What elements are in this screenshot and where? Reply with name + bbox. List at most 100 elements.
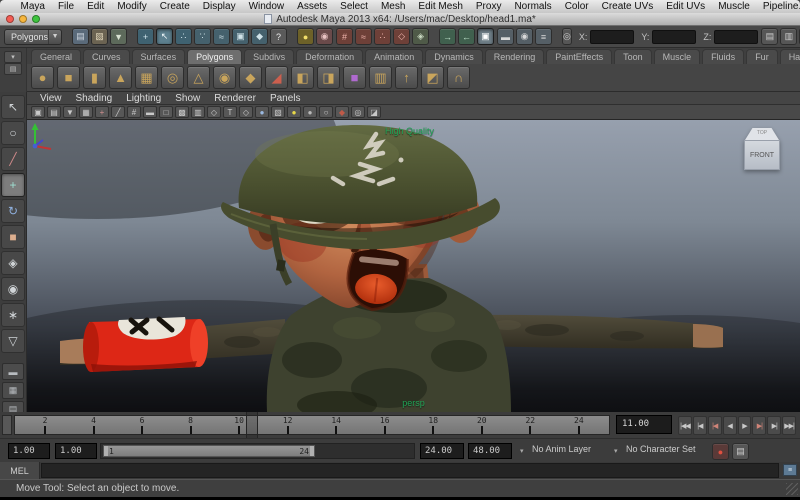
shelf-tab[interactable]: Hair (780, 49, 800, 64)
open-scene-icon[interactable]: ▧ (91, 28, 108, 45)
range-track[interactable]: 1 24 (100, 443, 415, 459)
select-by-component-icon[interactable]: ∴ (175, 28, 192, 45)
step-back-frame-button[interactable]: |◀ (693, 416, 707, 435)
snap-to-planes-icon[interactable]: ◇ (393, 28, 410, 45)
anim-preferences-icon[interactable]: ▤ (732, 443, 749, 460)
resolution-gate-icon[interactable]: □ (159, 106, 173, 118)
smooth-icon[interactable]: ■ (343, 66, 366, 89)
shelf-tabs-toggle-icon[interactable]: ▾ (4, 51, 22, 63)
menubar-item[interactable]: Pipeline... (756, 0, 800, 13)
move-tool-icon[interactable]: + (1, 173, 25, 197)
shelf-tab[interactable]: Muscle (654, 49, 701, 64)
current-time-field[interactable]: 11.00 (616, 415, 672, 434)
snap-to-points-icon[interactable]: ∴ (374, 28, 391, 45)
menubar-item[interactable]: Edit (81, 0, 111, 13)
menubar-item[interactable]: File (51, 0, 80, 13)
single-pane-layout-icon[interactable]: ▬ (2, 363, 24, 380)
paint-select-tool-icon[interactable]: ╱ (1, 147, 25, 171)
menubar-item[interactable]: Normals (508, 0, 558, 13)
camera-attributes-icon[interactable]: ▤ (47, 106, 61, 118)
menubar-item[interactable]: Muscle (712, 0, 757, 13)
viewport-canvas[interactable] (27, 120, 800, 412)
mask-points-icon[interactable]: ∵ (194, 28, 211, 45)
playback-range-bar[interactable]: 1 24 (103, 445, 315, 457)
view-cube-top-face[interactable]: TOP (745, 128, 779, 140)
shelf-tab[interactable]: Fur (746, 49, 778, 64)
gate-mask-icon[interactable]: ▩ (175, 106, 189, 118)
shelf-tab[interactable]: Deformation (296, 49, 363, 64)
current-frame-marker[interactable] (246, 412, 258, 438)
command-line-input[interactable] (41, 463, 779, 478)
z-input[interactable] (714, 30, 758, 44)
lasso-select-tool-icon[interactable]: ○ (1, 121, 25, 145)
highlight-selection-icon[interactable]: ◉ (316, 28, 333, 45)
default-light-icon[interactable]: ● (287, 106, 301, 118)
play-forwards-button[interactable]: ▶ (738, 416, 752, 435)
mask-faces-icon[interactable]: ▣ (232, 28, 249, 45)
view-cube[interactable]: TOP FRONT (742, 128, 782, 174)
menubar-item[interactable]: Color (558, 0, 595, 13)
snap-to-grids-icon[interactable]: # (336, 28, 353, 45)
scale-tool-icon[interactable]: ■ (1, 225, 25, 249)
xray-icon[interactable]: ◪ (367, 106, 381, 118)
menubar-item[interactable]: Create (153, 0, 196, 13)
menubar-item[interactable]: Mesh (374, 0, 411, 13)
mirror-geometry-icon[interactable]: ▥ (369, 66, 392, 89)
y-input[interactable] (652, 30, 696, 44)
film-gate-icon[interactable]: ▬ (143, 106, 157, 118)
auto-keyframe-icon[interactable]: ● (712, 443, 729, 460)
grease-pencil-icon[interactable]: ╱ (111, 106, 125, 118)
save-scene-icon[interactable]: ▼ (110, 28, 127, 45)
poly-platonic-icon[interactable]: ◆ (239, 66, 262, 89)
step-forward-key-button[interactable]: ▶| (752, 416, 766, 435)
menubar-item[interactable]: Edit UVs (660, 0, 712, 13)
panel-menu-item[interactable]: Lighting (119, 92, 168, 105)
shelf-tab[interactable]: Curves (83, 49, 130, 64)
anim-layer-menu[interactable]: No Anim Layer (532, 444, 591, 454)
poly-pipe-icon[interactable]: ◉ (213, 66, 236, 89)
poly-plane-icon[interactable]: ▦ (135, 66, 158, 89)
menubar-item[interactable]: Select (334, 0, 375, 13)
smooth-shade-mode-icon[interactable]: ● (255, 106, 269, 118)
shelf-tab[interactable]: Dynamics (425, 49, 483, 64)
ipr-render-icon[interactable]: ◉ (516, 28, 533, 45)
grid-icon[interactable]: # (127, 106, 141, 118)
step-forward-frame-button[interactable]: ▶| (767, 416, 781, 435)
step-back-key-button[interactable]: |◀ (708, 416, 722, 435)
mask-curves-icon[interactable]: ≈ (213, 28, 230, 45)
last-tool-icon[interactable]: ▽ (1, 329, 25, 353)
minimize-window-icon[interactable] (19, 15, 27, 23)
shelf-tab[interactable]: PaintEffects (546, 49, 612, 64)
titlebar[interactable]: Autodesk Maya 2013 x64: /Users/mac/Deskt… (0, 13, 800, 26)
menubar-item[interactable]: Proxy (469, 0, 508, 13)
select-tool-icon[interactable]: ↖ (1, 95, 25, 119)
image-plane-icon[interactable]: ▦ (79, 106, 93, 118)
chevron-down-icon[interactable]: ▾ (520, 447, 524, 455)
character-set-menu[interactable]: No Character Set (626, 444, 696, 454)
shelf-tab[interactable]: Fluids (702, 49, 744, 64)
time-slider-bar[interactable]: 2 4 6 8 10 (14, 415, 610, 435)
extrude-icon[interactable]: ↑ (395, 66, 418, 89)
panel-menu-item[interactable]: View (33, 92, 69, 105)
shelf-tab[interactable]: Toon (614, 49, 652, 64)
chevron-down-icon[interactable]: ▾ (614, 447, 618, 455)
x-input[interactable] (590, 30, 634, 44)
safe-title-icon[interactable]: T (223, 106, 237, 118)
mask-misc-icon[interactable]: ? (270, 28, 287, 45)
bevel-icon[interactable]: ◩ (421, 66, 444, 89)
playback-start-field[interactable]: 1.00 (55, 443, 97, 459)
animation-start-field[interactable]: 1.00 (8, 443, 50, 459)
panel-menu-item[interactable]: Panels (263, 92, 308, 105)
resize-grip[interactable] (786, 483, 798, 495)
playback-end-field[interactable]: 24.00 (420, 443, 464, 459)
isolate-select-icon[interactable]: ◎ (351, 106, 365, 118)
poly-pyramid-icon[interactable]: △ (187, 66, 210, 89)
soft-modification-icon[interactable]: ◉ (1, 277, 25, 301)
shelf-tab[interactable]: General (31, 49, 81, 64)
shadows-icon[interactable]: ◆ (335, 106, 349, 118)
safe-action-icon[interactable]: ◇ (207, 106, 221, 118)
coordinate-input-mode-icon[interactable]: ◎ (562, 28, 572, 45)
view-cube-front-face[interactable]: FRONT (744, 140, 780, 170)
construction-history-icon[interactable]: ▣ (477, 28, 494, 45)
four-pane-layout-icon[interactable]: ▦ (2, 382, 24, 399)
